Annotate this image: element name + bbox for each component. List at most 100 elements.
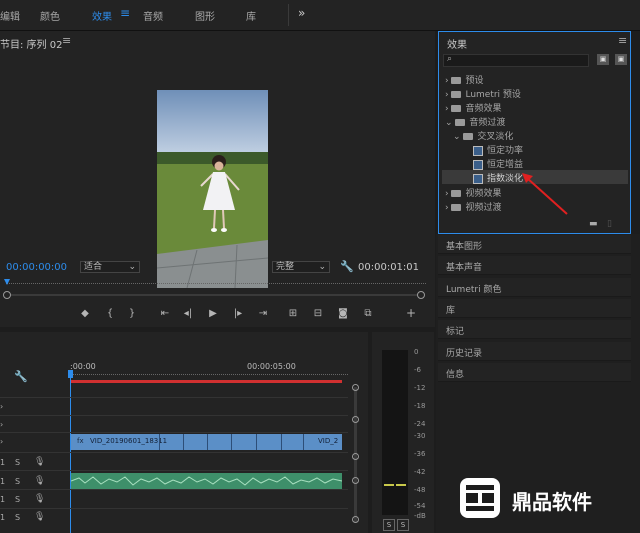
playhead-head[interactable]	[68, 370, 73, 378]
panel-markers[interactable]: 标记	[438, 320, 631, 339]
tree-item-audio-effects[interactable]: › 音频效果	[445, 101, 501, 114]
effects-panel: 效果 ≡ ⌕ ▣ ▣ › 预设 › Lumetri 预设 › 音频效果 ⌄ 音频…	[438, 31, 631, 234]
zoom-handle-left[interactable]	[3, 291, 11, 299]
fit-value: 适合	[84, 262, 103, 272]
microphone-icon[interactable]: 🎙	[34, 476, 45, 486]
scroll-handle-bottom[interactable]	[352, 516, 359, 523]
microphone-icon[interactable]: 🎙	[34, 494, 45, 504]
tree-item-presets[interactable]: › 预设	[445, 73, 483, 86]
bit-depth-filter-icon[interactable]: ▣	[615, 54, 627, 65]
add-marker-icon[interactable]: ◆	[78, 308, 92, 319]
wrench-icon[interactable]: 🔧	[14, 370, 28, 383]
workspace-tab-edit[interactable]: 编辑	[0, 8, 20, 23]
video-track-v1-toggle-icon[interactable]: ›	[0, 437, 3, 446]
meter-scale: -48	[414, 486, 426, 494]
lift-icon[interactable]: ⊞	[286, 308, 300, 319]
more-workspaces-icon[interactable]: »	[298, 6, 305, 20]
scroll-handle[interactable]	[352, 416, 359, 423]
panel-essential-graphics[interactable]: 基本图形	[438, 235, 631, 254]
panel-history[interactable]: 历史记录	[438, 342, 631, 361]
chevron-down-icon: ⌄	[318, 262, 326, 272]
monitor-ruler[interactable]	[6, 283, 426, 288]
audio-waveform	[70, 476, 343, 486]
fit-dropdown[interactable]: 适合 ⌄	[80, 261, 140, 273]
audio-transition-icon	[473, 159, 483, 170]
tree-item-label: 视频效果	[465, 189, 502, 199]
program-monitor: 节目: 序列 02 ≡ 00:00:00:00 适合 ⌄ 完整 ⌄ 🔧 00:0…	[0, 31, 435, 327]
accelerated-filter-icon[interactable]: ▣	[597, 54, 609, 65]
track-divider	[0, 452, 348, 453]
video-clip[interactable]: fx VID_20190601_18311 VID_2	[71, 434, 342, 450]
chevron-down-icon: ⌄	[445, 118, 456, 128]
scroll-handle-top[interactable]	[352, 384, 359, 391]
menu-icon[interactable]: ≡	[120, 6, 130, 20]
video-frame	[157, 90, 268, 288]
workspace-tab-graphics[interactable]: 图形	[195, 8, 215, 23]
zoom-bar[interactable]	[6, 294, 421, 296]
quality-dropdown[interactable]: 完整 ⌄	[272, 261, 330, 273]
track-divider	[0, 489, 348, 490]
tree-item-exponential-fade[interactable]: 指数淡化	[473, 171, 523, 184]
go-to-out-icon[interactable]: ⇥	[256, 308, 270, 319]
workspace-tab-libraries[interactable]: 库	[246, 8, 256, 23]
wrench-icon[interactable]: 🔧	[340, 260, 354, 273]
workspace-tab-color[interactable]: 颜色	[40, 8, 60, 23]
tree-item-label: 视频过渡	[465, 203, 502, 213]
video-track-v3-toggle-icon[interactable]: ›	[0, 402, 3, 411]
camera-icon[interactable]: ◙	[336, 308, 350, 319]
audio-meter: 0 -6 -12 -18 -24 -30 -36 -42 -48 -54 -dB…	[372, 332, 434, 533]
tree-item-constant-gain[interactable]: 恒定增益	[473, 157, 523, 170]
workspace-tab-audio[interactable]: 音频	[143, 8, 163, 23]
chevron-down-icon: ⌄	[128, 262, 136, 272]
panel-menu-icon[interactable]: ≡	[62, 34, 71, 47]
tree-item-label: 恒定功率	[487, 146, 524, 156]
solo-left-button[interactable]: S	[383, 519, 395, 531]
new-folder-icon[interactable]: ▬	[589, 219, 598, 229]
solo-button[interactable]: S	[15, 458, 20, 467]
panel-lumetri-color[interactable]: Lumetri 颜色	[438, 278, 631, 297]
microphone-icon[interactable]: 🎙	[34, 457, 45, 467]
current-timecode[interactable]: 00:00:00:00	[6, 262, 67, 273]
mark-in-icon[interactable]: {	[103, 308, 117, 319]
scroll-handle[interactable]	[352, 453, 359, 460]
video-track-v2-toggle-icon[interactable]: ›	[0, 420, 3, 429]
audio-clip[interactable]	[70, 473, 343, 489]
panel-info[interactable]: 信息	[438, 363, 631, 382]
add-button-icon[interactable]: +	[404, 306, 418, 320]
go-to-in-icon[interactable]: ⇤	[158, 308, 172, 319]
track-divider	[0, 397, 348, 398]
solo-right-button[interactable]: S	[397, 519, 409, 531]
zoom-handle-right[interactable]	[417, 291, 425, 299]
step-forward-icon[interactable]: |▸	[231, 308, 245, 319]
track-divider	[0, 508, 348, 509]
tree-item-crossfade[interactable]: ⌄ 交叉淡化	[453, 129, 513, 142]
workspace-tab-effects[interactable]: 效果	[92, 8, 112, 23]
tree-item-video-effects[interactable]: › 视频效果	[445, 186, 501, 199]
search-input[interactable]: ⌕	[443, 54, 589, 67]
scroll-handle[interactable]	[352, 477, 359, 484]
panel-libraries[interactable]: 库	[438, 299, 631, 318]
delete-icon[interactable]: ▯	[607, 219, 612, 229]
extract-icon[interactable]: ⊟	[311, 308, 325, 319]
microphone-icon[interactable]: 🎙	[34, 512, 45, 522]
tree-item-constant-power[interactable]: 恒定功率	[473, 143, 523, 156]
solo-button[interactable]: S	[15, 477, 20, 486]
panel-menu-icon[interactable]: ≡	[618, 34, 627, 47]
clip-cut	[231, 434, 232, 450]
tree-item-lumetri-presets[interactable]: › Lumetri 预设	[445, 87, 521, 100]
comparison-icon[interactable]: ⧉	[361, 308, 375, 319]
solo-button[interactable]: S	[15, 513, 20, 522]
folder-icon	[451, 105, 462, 112]
logo-icon	[460, 478, 500, 518]
tree-item-audio-transitions[interactable]: ⌄ 音频过渡	[445, 115, 505, 128]
step-back-icon[interactable]: ◂|	[181, 308, 195, 319]
solo-button[interactable]: S	[15, 495, 20, 504]
playhead-marker[interactable]	[4, 279, 10, 285]
watermark: 鼎品软件	[458, 472, 618, 522]
meter-scale: -24	[414, 420, 426, 428]
mark-out-icon[interactable]: }	[125, 308, 139, 319]
panel-essential-sound[interactable]: 基本声音	[438, 256, 631, 275]
tree-item-label: 交叉淡化	[477, 132, 514, 142]
tree-item-video-transitions[interactable]: › 视频过渡	[445, 200, 501, 213]
play-icon[interactable]: ▶	[206, 308, 220, 319]
